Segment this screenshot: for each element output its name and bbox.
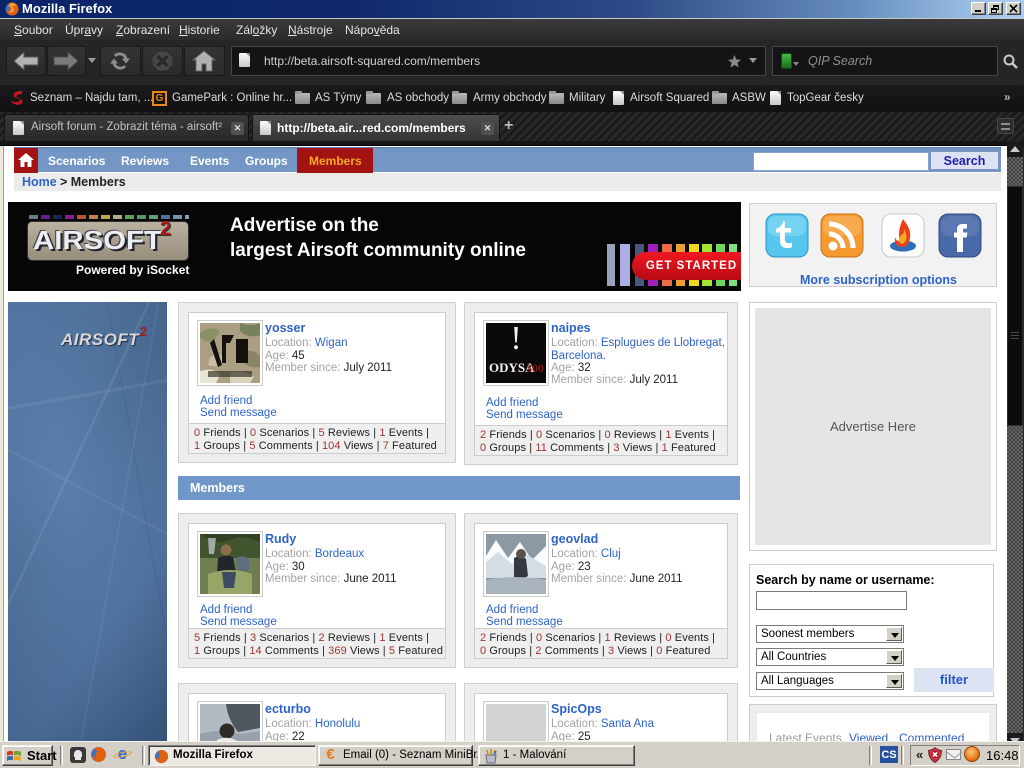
svg-text:!: ! [510,323,521,357]
svg-text:300: 300 [526,361,544,375]
